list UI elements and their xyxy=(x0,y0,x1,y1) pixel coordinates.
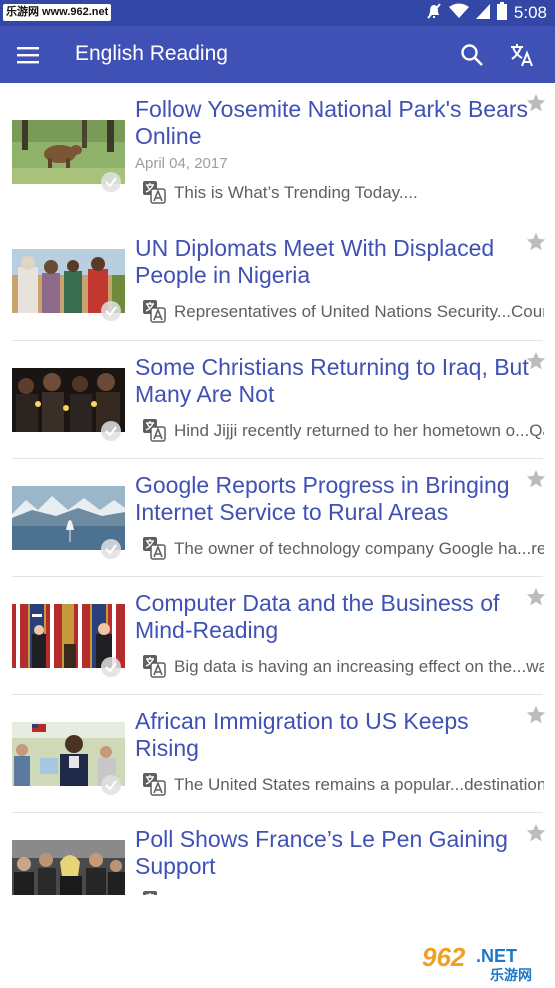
read-check-icon xyxy=(101,421,121,441)
article-summary: Hind Jijji recently returned to her home… xyxy=(174,421,544,440)
article-item[interactable]: UN Diplomats Meet With Displaced People … xyxy=(0,223,555,341)
star-icon[interactable] xyxy=(525,704,547,726)
translate-icon xyxy=(143,300,166,323)
read-check-icon xyxy=(101,539,121,559)
star-icon[interactable] xyxy=(525,231,547,253)
article-summary: This is What’s Trending Today.... xyxy=(174,183,418,202)
status-time: 5:08 xyxy=(513,3,547,22)
read-check-icon xyxy=(101,301,121,321)
battery-icon xyxy=(496,1,507,25)
star-icon[interactable] xyxy=(525,586,547,608)
cell-signal-icon xyxy=(475,3,490,24)
star-icon[interactable] xyxy=(525,822,547,844)
app-title: English Reading xyxy=(75,42,228,65)
status-icons: 5:08 xyxy=(426,1,547,25)
mute-icon xyxy=(426,2,442,25)
article-item[interactable]: Follow Yosemite National Park's Bears On… xyxy=(0,83,555,204)
article-summary: The owner of technology company Google h… xyxy=(174,539,544,558)
article-title: Computer Data and the Business of Mind-R… xyxy=(135,590,500,643)
star-icon[interactable] xyxy=(525,92,547,114)
svg-text:.NET: .NET xyxy=(476,946,517,966)
article-item[interactable]: Computer Data and the Business of Mind-R… xyxy=(0,577,555,695)
translate-icon xyxy=(143,655,166,678)
search-icon xyxy=(461,44,483,66)
status-bar: 乐游网 www.962.net 5:08 xyxy=(0,0,555,26)
article-item[interactable]: African Immigration to US Keeps Rising T… xyxy=(0,695,555,813)
article-summary: Representatives of United Nations Securi… xyxy=(174,302,544,321)
star-icon[interactable] xyxy=(525,468,547,490)
article-list: Follow Yosemite National Park's Bears On… xyxy=(0,83,555,895)
star-icon[interactable] xyxy=(525,350,547,372)
svg-text:乐游网: 乐游网 xyxy=(490,967,532,984)
translate-button[interactable] xyxy=(504,37,540,73)
article-title: Google Reports Progress in Bringing Inte… xyxy=(135,472,510,525)
article-thumbnail xyxy=(12,840,125,895)
article-summary: Big data is having an increasing effect … xyxy=(174,657,544,676)
search-button[interactable] xyxy=(454,37,490,73)
app-bar: English Reading xyxy=(0,26,555,83)
article-date: April 04, 2017 xyxy=(135,155,228,172)
wifi-icon xyxy=(448,3,469,24)
translate-icon xyxy=(143,537,166,560)
translate-icon xyxy=(143,773,166,796)
article-title: Poll Shows France’s Le Pen Gaining Suppo… xyxy=(135,826,508,879)
article-title: African Immigration to US Keeps Rising xyxy=(135,708,469,761)
menu-button[interactable] xyxy=(10,37,46,73)
article-item[interactable]: Google Reports Progress in Bringing Inte… xyxy=(0,459,555,577)
svg-text:962: 962 xyxy=(422,942,466,972)
watermark-logo: 962 .NET 乐游网 xyxy=(416,940,550,984)
article-item[interactable]: Poll Shows France’s Le Pen Gaining Suppo… xyxy=(0,813,555,895)
watermark-badge: 乐游网 www.962.net xyxy=(3,4,112,21)
article-title: Follow Yosemite National Park's Bears On… xyxy=(135,96,529,149)
menu-icon xyxy=(17,47,39,64)
article-title: Some Christians Returning to Iraq, But M… xyxy=(135,354,529,407)
read-check-icon xyxy=(101,657,121,677)
translate-icon xyxy=(143,419,166,442)
read-check-icon xyxy=(101,172,121,192)
article-summary: The United States remains a popular...de… xyxy=(174,775,544,794)
translate-icon xyxy=(143,891,157,895)
translate-icon xyxy=(143,181,166,204)
read-check-icon xyxy=(101,775,121,795)
translate-icon xyxy=(511,44,533,67)
article-item[interactable]: Some Christians Returning to Iraq, But M… xyxy=(0,341,555,459)
article-title: UN Diplomats Meet With Displaced People … xyxy=(135,235,495,288)
